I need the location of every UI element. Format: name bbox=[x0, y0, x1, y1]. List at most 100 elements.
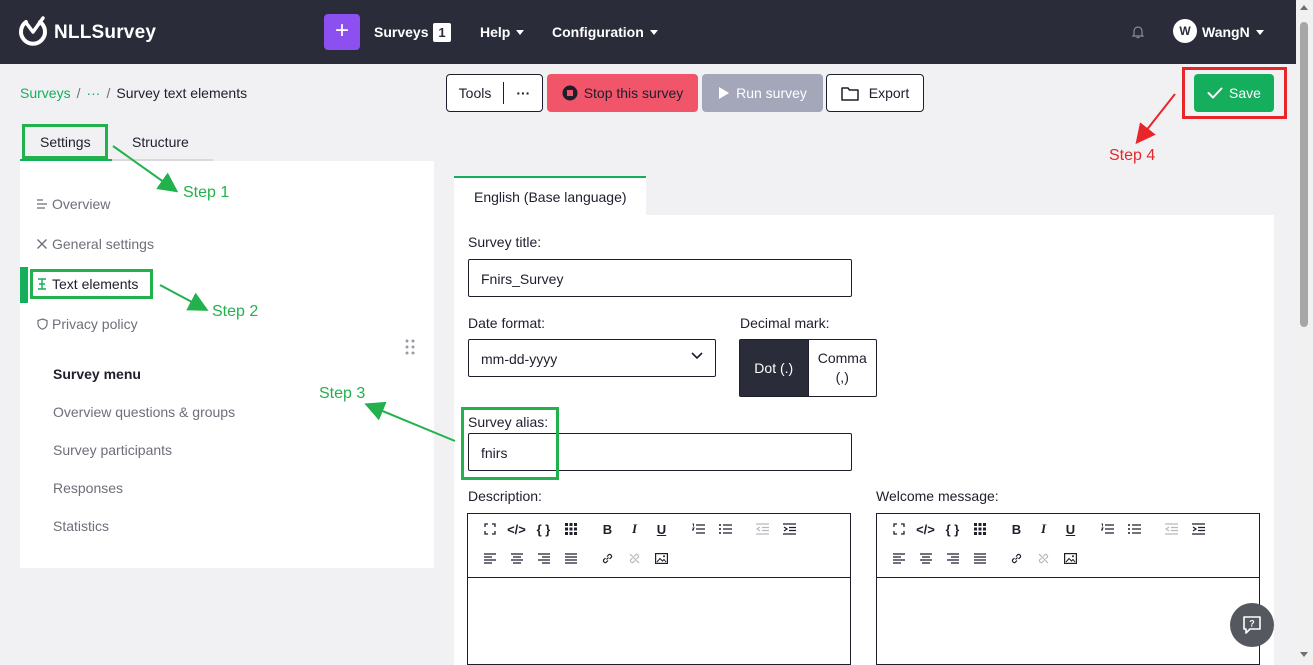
tools-icon bbox=[36, 238, 48, 250]
shield-icon bbox=[36, 318, 48, 330]
outdent-icon[interactable] bbox=[749, 523, 776, 535]
avatar[interactable]: W bbox=[1173, 19, 1197, 43]
ordered-list-icon[interactable] bbox=[1094, 523, 1121, 535]
bullet-list-icon[interactable] bbox=[1121, 523, 1148, 535]
help-chat-button[interactable]: ? bbox=[1230, 603, 1274, 647]
align-right-icon[interactable] bbox=[939, 553, 966, 564]
breadcrumb-surveys[interactable]: Surveys bbox=[20, 85, 71, 101]
survey-title-input[interactable]: Fnirs_Survey bbox=[468, 259, 852, 297]
tools-button[interactable]: Tools ··· bbox=[446, 74, 543, 112]
nav-help-label: Help bbox=[480, 24, 511, 40]
outdent-icon[interactable] bbox=[1158, 523, 1185, 535]
align-center-icon[interactable] bbox=[912, 553, 939, 564]
unlink-icon[interactable] bbox=[621, 552, 648, 565]
scroll-thumb[interactable] bbox=[1300, 22, 1308, 327]
page-scrollbar[interactable] bbox=[1296, 0, 1313, 665]
breadcrumb-separator: / bbox=[106, 85, 111, 101]
menu-item-statistics[interactable]: Statistics bbox=[53, 518, 109, 534]
align-left-icon[interactable] bbox=[885, 553, 912, 564]
code-icon[interactable]: </> bbox=[912, 522, 939, 537]
step1-highlight-box bbox=[22, 124, 108, 159]
menu-item-survey-participants[interactable]: Survey participants bbox=[53, 442, 172, 458]
drag-handle-icon[interactable] bbox=[405, 339, 415, 355]
bold-icon[interactable]: B bbox=[1003, 522, 1030, 537]
decimal-option-comma[interactable]: Comma (,) bbox=[807, 340, 877, 396]
align-left-icon[interactable] bbox=[476, 553, 503, 564]
tools-label: Tools bbox=[458, 85, 492, 101]
nav-config-label: Configuration bbox=[552, 24, 644, 40]
logo[interactable]: NLLSurvey bbox=[18, 16, 156, 50]
ordered-list-icon[interactable] bbox=[685, 523, 712, 535]
welcome-message-editor[interactable]: </> { } B I U bbox=[876, 513, 1260, 665]
braces-icon[interactable]: { } bbox=[530, 522, 557, 537]
nav-help[interactable]: Help bbox=[480, 24, 525, 40]
indent-icon[interactable] bbox=[776, 523, 803, 535]
justify-icon[interactable] bbox=[557, 553, 584, 564]
export-button[interactable]: Export bbox=[826, 74, 924, 112]
image-icon[interactable] bbox=[648, 553, 675, 564]
italic-icon[interactable]: I bbox=[621, 521, 648, 537]
bullet-list-icon[interactable] bbox=[712, 523, 739, 535]
step2-label: Step 2 bbox=[212, 303, 259, 320]
create-survey-button[interactable]: + bbox=[324, 14, 360, 50]
underline-icon[interactable]: U bbox=[648, 522, 675, 537]
fullscreen-icon[interactable] bbox=[885, 523, 912, 535]
menu-item-overview-questions[interactable]: Overview questions & groups bbox=[53, 404, 235, 420]
editor-toolbar-row bbox=[885, 552, 1084, 565]
settings-panel: Overview General settings Text elements … bbox=[20, 161, 434, 568]
date-format-label: Date format: bbox=[468, 315, 546, 331]
grid-icon[interactable] bbox=[557, 523, 584, 535]
user-menu[interactable]: WangN bbox=[1202, 24, 1264, 40]
breadcrumb-ellipsis[interactable]: ··· bbox=[86, 85, 100, 101]
indent-icon[interactable] bbox=[1185, 523, 1212, 535]
run-survey-button[interactable]: Run survey bbox=[702, 74, 823, 112]
sidebar-item-label: Privacy policy bbox=[52, 316, 138, 332]
align-center-icon[interactable] bbox=[503, 553, 530, 564]
more-icon[interactable]: ··· bbox=[516, 85, 530, 101]
step1-label: Step 1 bbox=[183, 184, 230, 201]
link-icon[interactable] bbox=[594, 552, 621, 565]
sidebar-item-overview[interactable]: Overview bbox=[36, 196, 110, 212]
align-right-icon[interactable] bbox=[530, 553, 557, 564]
grid-icon[interactable] bbox=[966, 523, 993, 535]
step3-highlight-box bbox=[461, 407, 559, 480]
logo-icon bbox=[19, 16, 47, 46]
braces-icon[interactable]: { } bbox=[939, 522, 966, 537]
tab-structure[interactable]: Structure bbox=[132, 134, 189, 150]
tools-divider bbox=[503, 82, 505, 104]
stop-survey-button[interactable]: Stop this survey bbox=[547, 74, 698, 112]
surveys-count-badge: 1 bbox=[433, 23, 451, 42]
step4-label: Step 4 bbox=[1109, 147, 1156, 164]
justify-icon[interactable] bbox=[966, 553, 993, 564]
description-label: Description: bbox=[468, 488, 542, 504]
stop-survey-label: Stop this survey bbox=[583, 85, 684, 101]
bell-icon[interactable] bbox=[1131, 25, 1145, 39]
description-editor[interactable]: </> { } B I U bbox=[467, 513, 851, 665]
step2-highlight-box bbox=[30, 269, 153, 299]
tab-english-base-language[interactable]: English (Base language) bbox=[454, 176, 646, 215]
fullscreen-icon[interactable] bbox=[476, 523, 503, 535]
sidebar-item-label: Overview bbox=[52, 196, 111, 212]
scroll-down-arrow[interactable] bbox=[1300, 652, 1308, 657]
list-icon bbox=[36, 198, 48, 210]
export-label: Export bbox=[868, 85, 910, 101]
nav-configuration[interactable]: Configuration bbox=[552, 24, 658, 40]
italic-icon[interactable]: I bbox=[1030, 521, 1057, 537]
code-icon[interactable]: </> bbox=[503, 522, 530, 537]
date-format-select[interactable]: mm-dd-yyyy bbox=[468, 339, 716, 377]
nav-surveys[interactable]: Surveys bbox=[374, 24, 428, 40]
sidebar-item-general-settings[interactable]: General settings bbox=[36, 236, 154, 252]
survey-menu-title: Survey menu bbox=[53, 366, 141, 382]
sidebar-item-privacy-policy[interactable]: Privacy policy bbox=[36, 316, 138, 332]
scroll-up-arrow[interactable] bbox=[1300, 5, 1308, 10]
step4-highlight-box bbox=[1182, 67, 1287, 119]
bold-icon[interactable]: B bbox=[594, 522, 621, 537]
image-icon[interactable] bbox=[1057, 553, 1084, 564]
menu-item-responses[interactable]: Responses bbox=[53, 480, 123, 496]
editor-toolbar-row: </> { } B I U bbox=[885, 521, 1212, 537]
logo-text: NLLSurvey bbox=[54, 22, 157, 43]
decimal-option-dot[interactable]: Dot (.) bbox=[740, 340, 808, 396]
link-icon[interactable] bbox=[1003, 552, 1030, 565]
underline-icon[interactable]: U bbox=[1057, 522, 1084, 537]
unlink-icon[interactable] bbox=[1030, 552, 1057, 565]
